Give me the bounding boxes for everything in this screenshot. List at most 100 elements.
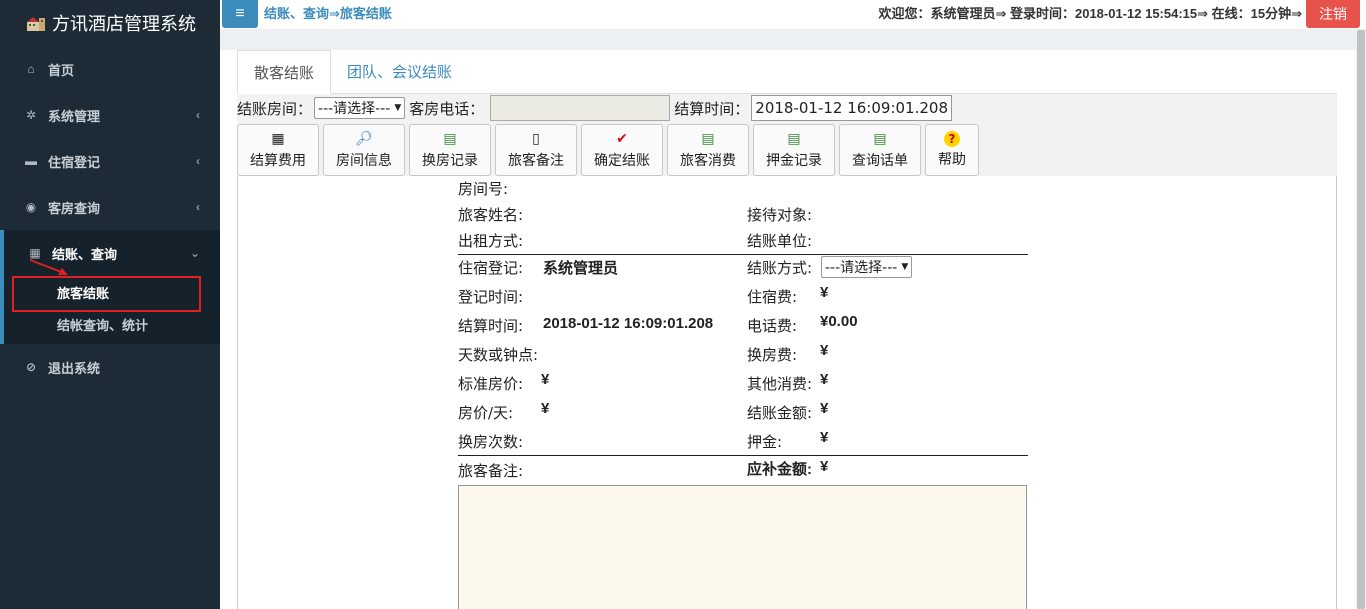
detail-row: 结算时间: 2018-01-12 16:09:01.208 电话费: ¥0.00: [458, 313, 1028, 341]
room-tel-input[interactable]: [490, 95, 671, 121]
tab-group-checkout[interactable]: 团队、会议结账: [331, 49, 468, 93]
document-icon: ▤: [443, 131, 457, 147]
document-icon: ▤: [873, 131, 887, 147]
button-label: 查询话单: [852, 153, 908, 169]
top-strip: [220, 30, 1366, 50]
detail-row: 房间号:: [458, 178, 1028, 204]
vertical-scrollbar[interactable]: [1356, 30, 1366, 609]
document-icon: ▤: [787, 131, 801, 147]
std-price-label: 标准房价:: [458, 375, 524, 393]
menu-toggle-button[interactable]: ≡: [222, 0, 258, 28]
sidebar-subitem-checkout-stats[interactable]: 结帐查询、统计: [4, 308, 220, 340]
settle-time-value: 2018-01-12 16:09:01.208: [543, 315, 714, 332]
guest-consumption-button[interactable]: ▤ 旅客消费: [667, 124, 749, 176]
dropdown-arrow-icon: ▼: [394, 103, 402, 113]
note-icon: ▯: [532, 131, 540, 147]
tel-label: 客房电话：: [409, 99, 485, 118]
calc-fee-button[interactable]: ▦ 结算费用: [237, 124, 319, 176]
detail-row: 房价/天: ¥ 结账金额: ¥: [458, 400, 1028, 428]
top-bar: ≡ 结账、查询⇒旅客结账 欢迎您：系统管理员⇒ 登录时间：2018-01-12 …: [220, 0, 1366, 30]
detail-row: 标准房价: ¥ 其他消费: ¥: [458, 371, 1028, 399]
sidebar-item-room-query[interactable]: ◉ 客房查询 ‹: [0, 184, 220, 230]
detail-row: 出租方式: 结账单位:: [458, 230, 1028, 256]
detail-row: 登记时间: 住宿费: ¥: [458, 284, 1028, 312]
amount-due-label: 应补金额:: [747, 461, 812, 478]
tab-individual-checkout[interactable]: 散客结账: [237, 50, 332, 94]
hotel-logo-icon: [26, 14, 46, 32]
pay-mode-select[interactable]: ---请选择--- ▼: [821, 256, 913, 278]
daily-price-value: ¥: [541, 400, 550, 417]
button-label: 押金记录: [766, 153, 822, 169]
query-calls-button[interactable]: ▤ 查询话单: [839, 124, 921, 176]
deposit-label: 押金:: [747, 433, 783, 451]
change-fee-value: ¥: [820, 342, 829, 359]
chevron-left-icon: ‹: [196, 200, 200, 214]
tab-bar: 散客结账 团队、会议结账: [237, 50, 1337, 94]
button-label: 旅客消费: [680, 153, 736, 169]
sidebar-item-label: 首页: [48, 62, 75, 78]
time-label: 结算时间：: [674, 99, 750, 118]
std-price-value: ¥: [541, 371, 550, 388]
scrollbar-thumb[interactable]: [1357, 30, 1365, 609]
phone-fee-value: ¥0.00: [820, 313, 858, 330]
checkin-label: 住宿登记:: [458, 259, 524, 277]
button-label: 旅客备注: [508, 153, 564, 169]
sidebar-item-system[interactable]: ✲ 系统管理 ‹: [0, 92, 220, 138]
room-select[interactable]: ---请选择--- ▼: [314, 97, 406, 119]
other-consumption-label: 其他消费:: [747, 375, 813, 393]
chevron-left-icon: ‹: [196, 154, 200, 168]
change-fee-label: 换房费:: [747, 346, 798, 364]
remark-textarea[interactable]: [458, 485, 1027, 609]
document-icon: ▤: [701, 131, 715, 147]
help-icon: ?: [944, 131, 960, 147]
button-label: 确定结账: [594, 153, 650, 169]
settle-time-input[interactable]: 2018-01-12 16:09:01.208: [751, 95, 952, 121]
room-label: 结账房间：: [237, 99, 313, 118]
lodging-fee-value: ¥: [820, 284, 829, 301]
brand-title: 方讯酒店管理系统: [52, 14, 196, 35]
sidebar-subitem-label: 结帐查询、统计: [57, 317, 149, 333]
button-label: 结算费用: [250, 153, 306, 169]
detail-row: 旅客姓名: 接待对象:: [458, 204, 1028, 230]
red-arrow-icon: [29, 259, 68, 275]
change-count-label: 换房次数:: [458, 433, 524, 451]
hamburger-icon: ≡: [235, 5, 245, 22]
deposit-record-button[interactable]: ▤ 押金记录: [753, 124, 835, 176]
daily-price-label: 房价/天:: [458, 404, 514, 422]
action-toolbar: ▦ 结算费用 🔎︎ 房间信息 ▤ 换房记录 ▯ 旅客备注 ✔ 确定结账 ▤ 旅客…: [237, 122, 1337, 178]
divider: [458, 254, 1028, 255]
detail-row: 天数或钟点: 换房费: ¥: [458, 342, 1028, 370]
room-change-record-button[interactable]: ▤ 换房记录: [409, 124, 491, 176]
other-consumption-value: ¥: [820, 371, 829, 388]
room-info-button[interactable]: 🔎︎ 房间信息: [323, 124, 405, 176]
checkmark-icon: ✔: [616, 131, 628, 147]
reception-label: 接待对象:: [747, 206, 813, 224]
sidebar-item-checkin[interactable]: ▬ 住宿登记 ‹: [0, 138, 220, 184]
help-button[interactable]: ? 帮助: [925, 124, 979, 176]
highlight-box: [12, 276, 201, 312]
sidebar-item-exit[interactable]: ⊘ 退出系统: [0, 344, 220, 390]
button-label: 帮助: [938, 152, 966, 168]
brand: 方讯酒店管理系统: [0, 0, 220, 46]
divider: [458, 455, 1028, 456]
magnifier-icon: 🔎︎: [355, 131, 373, 147]
checkout-amount-value: ¥: [820, 400, 829, 417]
phone-fee-label: 电话费:: [747, 317, 798, 335]
button-label: 换房记录: [422, 153, 478, 169]
checkin-value: 系统管理员: [543, 260, 619, 277]
chevron-down-icon: ⌄: [189, 246, 200, 260]
logout-button[interactable]: 注销: [1306, 0, 1360, 28]
guest-remark-button[interactable]: ▯ 旅客备注: [495, 124, 577, 176]
sidebar-item-home[interactable]: ⌂ 首页: [0, 46, 220, 92]
eye-icon: ◉: [25, 200, 37, 214]
ban-icon: ⊘: [25, 360, 37, 374]
sidebar-item-label: 系统管理: [48, 108, 101, 124]
remark-label: 旅客备注:: [458, 462, 524, 480]
detail-row: 住宿登记: 系统管理员 结账方式: ---请选择--- ▼: [458, 256, 1028, 283]
confirm-checkout-button[interactable]: ✔ 确定结账: [581, 124, 663, 176]
sidebar-item-label: 退出系统: [48, 360, 101, 376]
room-no-label: 房间号:: [458, 180, 509, 198]
detail-row: 换房次数: 押金: ¥: [458, 429, 1028, 457]
settle-unit-label: 结账单位:: [747, 232, 813, 250]
lodging-fee-label: 住宿费:: [747, 288, 798, 306]
